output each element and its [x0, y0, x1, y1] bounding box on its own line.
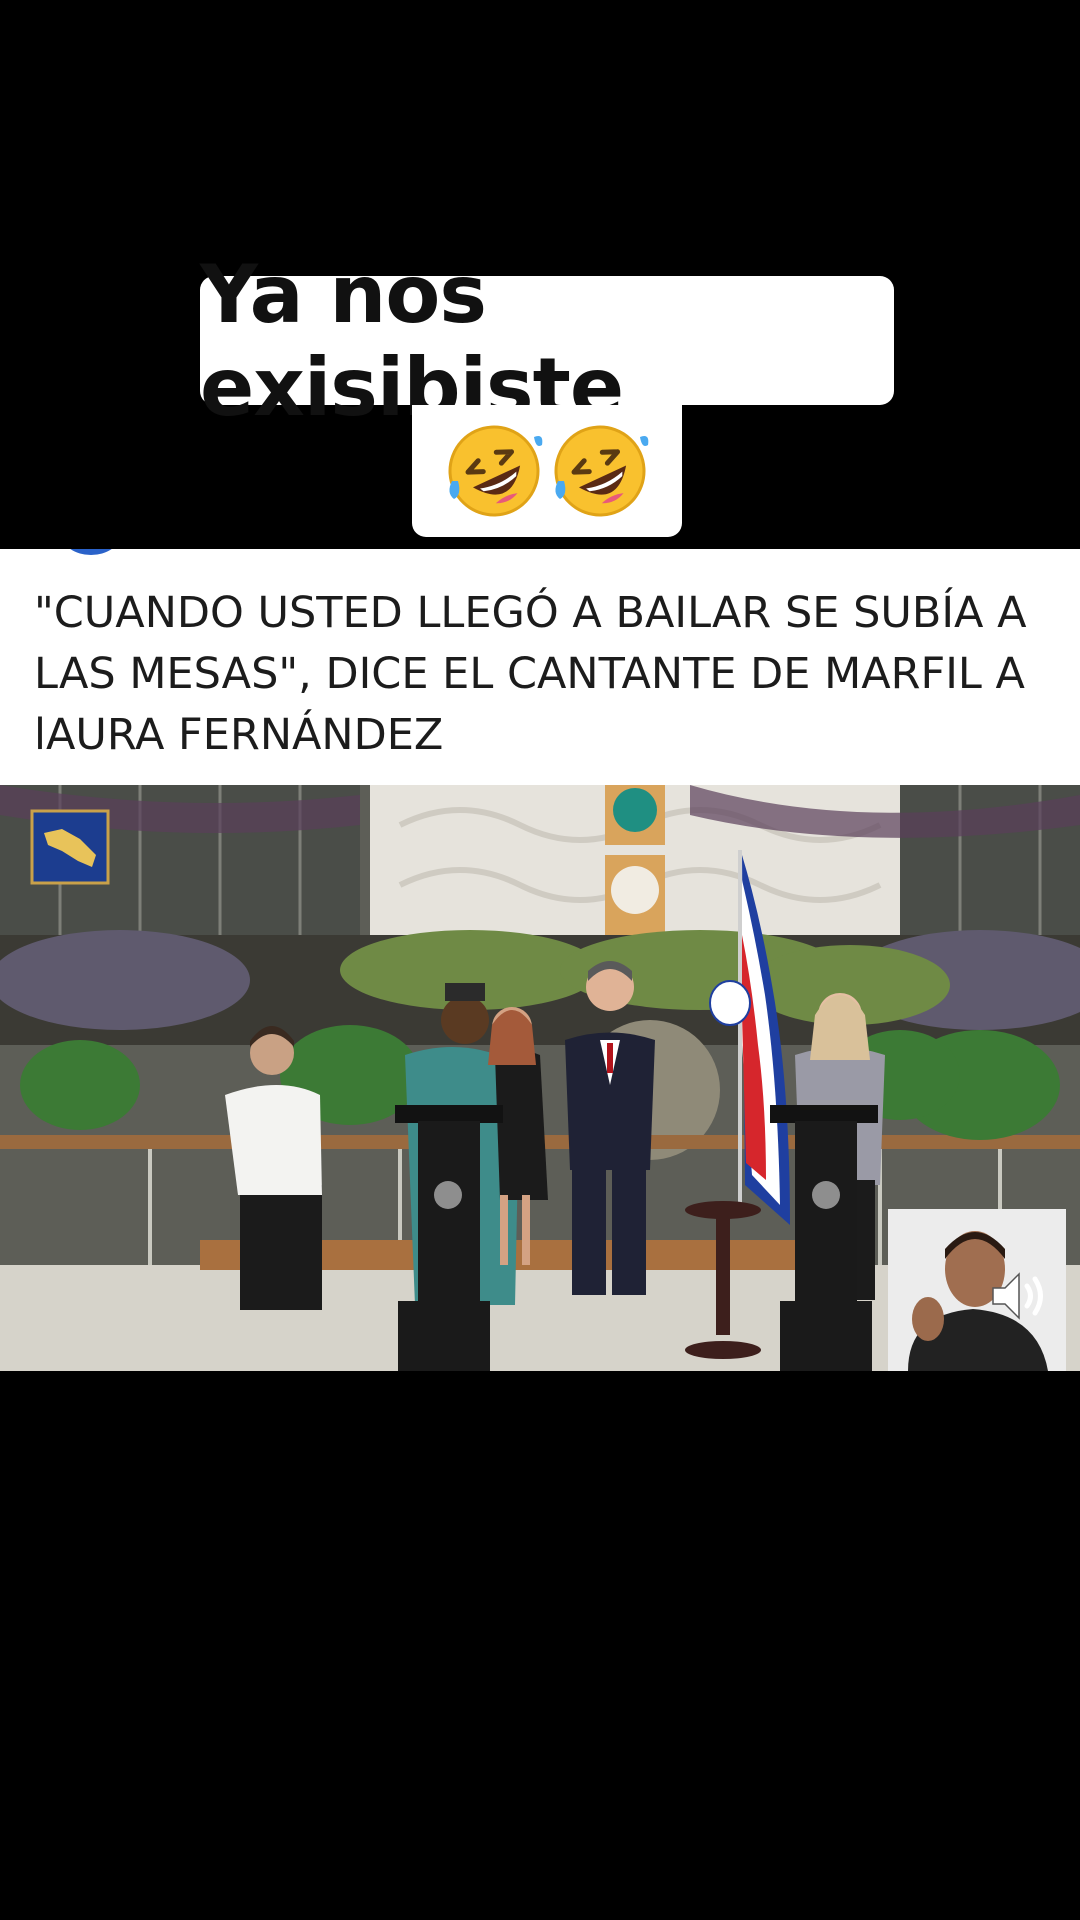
caption-text: Ya nos exisibiste: [200, 248, 894, 434]
speaker-volume-icon[interactable]: [987, 1266, 1051, 1326]
rolling-on-floor-laughing-icon: [448, 425, 543, 517]
costa-rica-map-icon: [30, 809, 110, 885]
avatar: [62, 549, 120, 555]
news-card: "CUANDO USTED LLEGÓ A BAILAR SE SUBÍA A …: [0, 549, 1080, 785]
rolling-on-floor-laughing-icon: [554, 425, 649, 517]
news-headline: "CUANDO USTED LLEGÓ A BAILAR SE SUBÍA A …: [34, 588, 1027, 760]
caption-emoji-row: [412, 405, 682, 537]
